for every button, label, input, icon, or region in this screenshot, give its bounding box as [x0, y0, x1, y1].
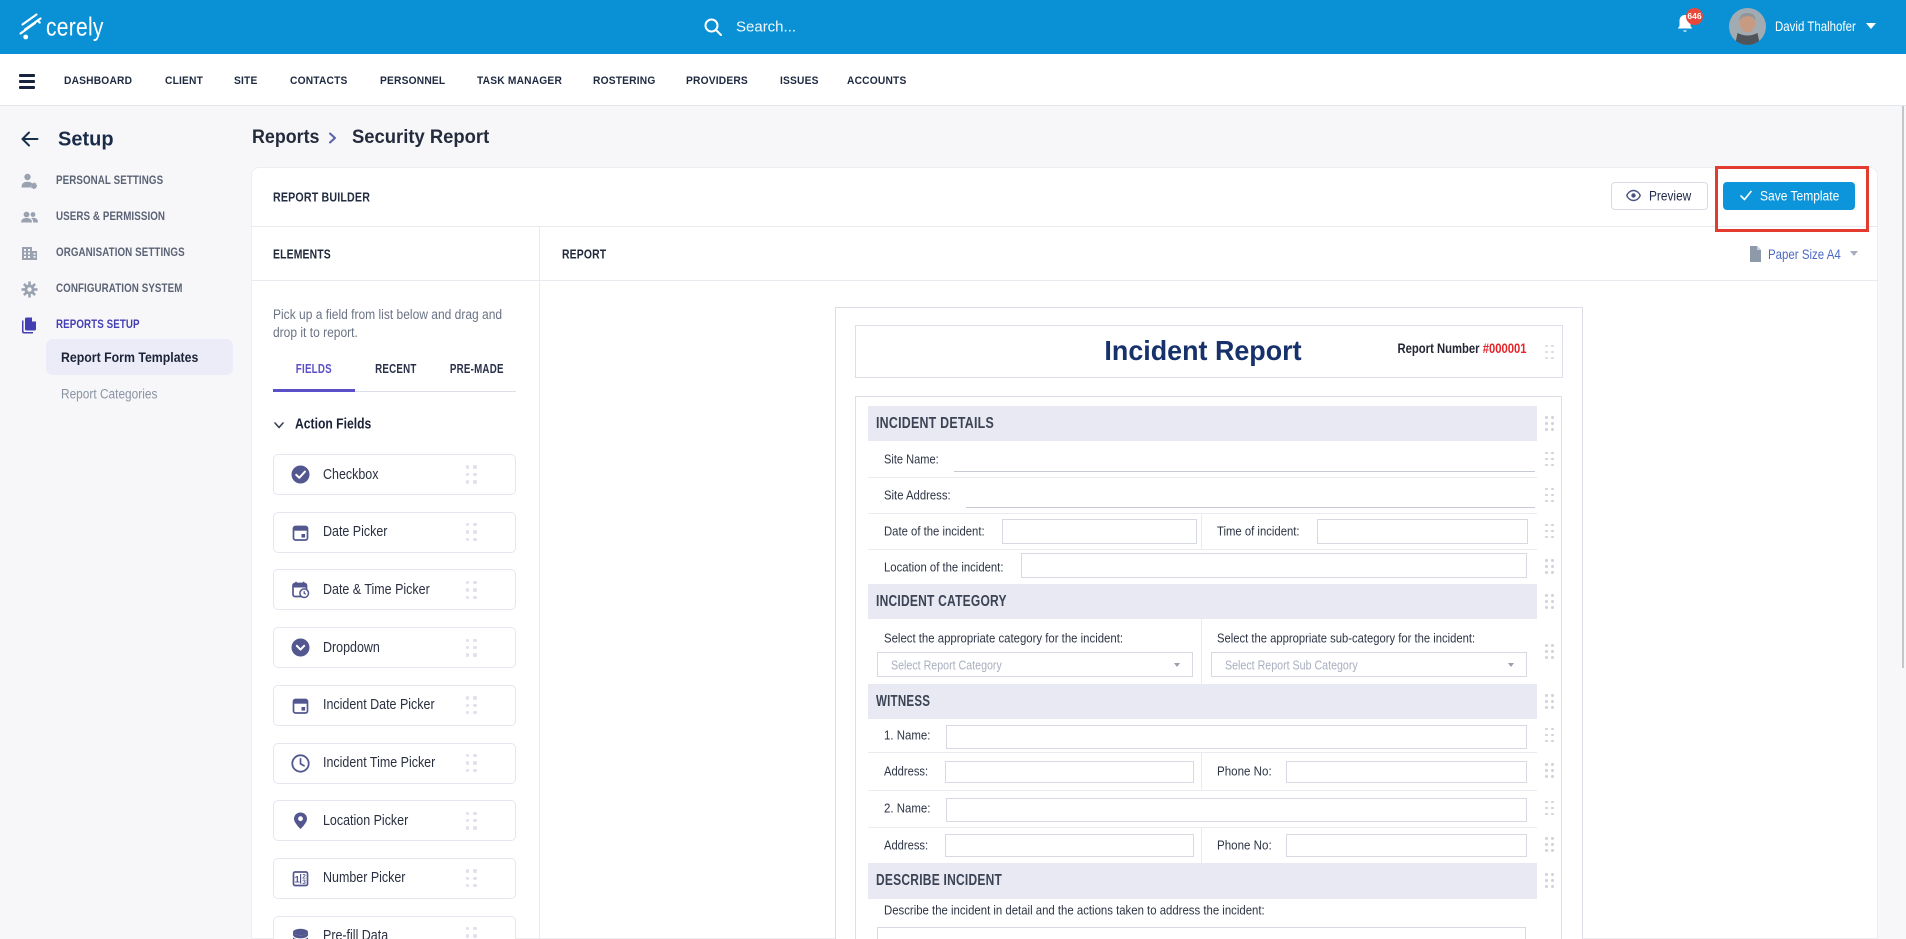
svg-text:3: 3 [302, 879, 306, 886]
svg-text:1: 1 [294, 874, 300, 885]
